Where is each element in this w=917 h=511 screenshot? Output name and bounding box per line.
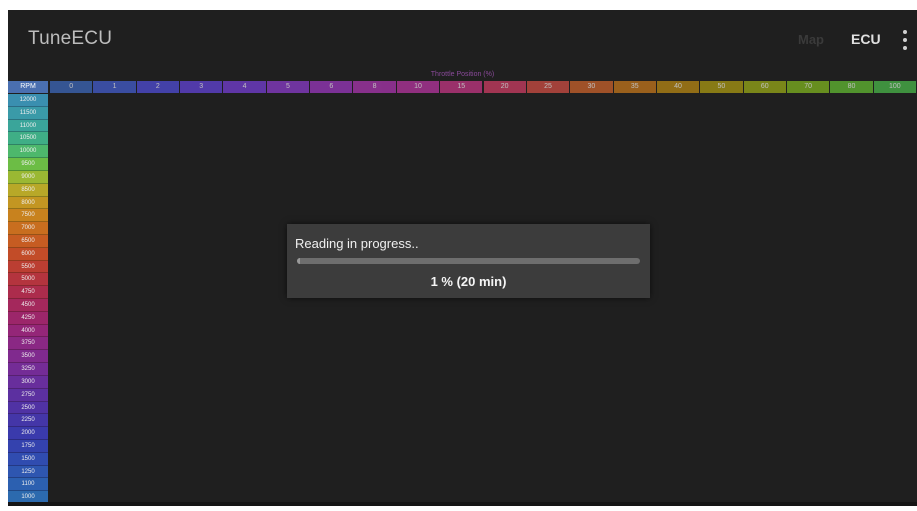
rpm-row-cell: 11500 — [8, 106, 48, 120]
throttle-header-cell: 0 — [50, 81, 93, 93]
throttle-axis-title: Throttle Position (%) — [430, 71, 495, 78]
rpm-row-cell: 12000 — [8, 94, 48, 107]
rpm-row-cell: 4750 — [8, 286, 48, 299]
rpm-row-cell: 1250 — [8, 465, 48, 479]
rpm-row-cell: 8500 — [8, 183, 48, 197]
rpm-row-cell: 7500 — [8, 209, 48, 223]
rpm-row-cell: 5000 — [8, 273, 48, 287]
progress-bar-fill — [297, 258, 301, 264]
throttle-header-cell: 100 — [873, 81, 916, 93]
rpm-row-cell: 3000 — [8, 375, 48, 389]
app-screen: TuneECU Map ECU Throttle Position (%) RP… — [8, 10, 917, 506]
throttle-header-cell: 2 — [136, 81, 180, 93]
throttle-header-cell: 3 — [180, 81, 223, 93]
rpm-row-cell: 2500 — [8, 401, 48, 415]
rpm-row-cell: 7000 — [8, 222, 48, 235]
throttle-header-cell: 1 — [93, 81, 136, 93]
throttle-header-cell: 25 — [526, 81, 570, 93]
rpm-header-cell: RPM — [8, 81, 48, 93]
rpm-row-cell: 11000 — [8, 119, 48, 133]
throttle-header-cell: 5 — [266, 81, 310, 93]
throttle-header-cell: 40 — [656, 81, 700, 93]
rpm-row-cell: 5500 — [8, 260, 48, 274]
rpm-row-cell: 1100 — [8, 478, 48, 492]
progress-percent-text: 1 % (20 min) — [430, 274, 507, 289]
throttle-header-cell: 10 — [396, 81, 440, 93]
throttle-header-cell: 70 — [786, 81, 830, 93]
rpm-row-cell: 3750 — [8, 337, 48, 351]
rpm-row-cell: 3250 — [8, 363, 48, 376]
dialog-message: Reading in progress.. — [295, 236, 419, 251]
rpm-row-cell: 10000 — [8, 145, 48, 159]
ecu-action-button[interactable]: ECU — [851, 31, 881, 47]
throttle-header-cell: 30 — [570, 81, 613, 93]
rpm-row-cell: 4250 — [8, 311, 48, 325]
throttle-header-cell: 15 — [440, 81, 483, 93]
throttle-header-cell: 6 — [310, 81, 353, 93]
progress-bar — [297, 258, 640, 264]
bottom-bar — [8, 502, 917, 506]
rpm-row-cell: 9500 — [8, 158, 48, 171]
progress-dialog: Reading in progress.. 1 % (20 min) — [287, 224, 650, 298]
rpm-row-cell: 8000 — [8, 196, 48, 210]
rpm-column: 12000 11500 11000 10500 10000 9500 9000 8500 800… — [8, 94, 48, 504]
app-title: TuneECU — [28, 28, 113, 49]
throttle-header-row: RPM 0 1 2 3 4 5 6 8 10 15 20 25 30 35 40 50 60 70 80 100 — [8, 81, 917, 93]
rpm-row-cell: 2000 — [8, 427, 48, 440]
map-action-button[interactable]: Map — [798, 32, 824, 47]
rpm-row-cell: 4000 — [8, 324, 48, 338]
rpm-row-cell: 10500 — [8, 132, 48, 146]
rpm-row-cell: 6500 — [8, 234, 48, 248]
app-bar: TuneECU Map ECU — [8, 10, 917, 70]
rpm-row-cell: 6000 — [8, 247, 48, 261]
rpm-row-cell: 3500 — [8, 350, 48, 364]
throttle-header-cell: 4 — [223, 81, 266, 93]
throttle-header-cell: 50 — [700, 81, 743, 93]
rpm-row-cell: 2250 — [8, 414, 48, 428]
rpm-row-cell: 1750 — [8, 439, 48, 453]
throttle-header-cell: 35 — [613, 81, 656, 93]
throttle-header-cell: 20 — [483, 81, 526, 93]
rpm-row-cell: 4500 — [8, 299, 48, 312]
rpm-row-cell: 9000 — [8, 170, 48, 184]
rpm-row-cell: 2750 — [8, 388, 48, 402]
throttle-header-cell: 60 — [743, 81, 786, 93]
throttle-header-cell: 8 — [353, 81, 396, 93]
overflow-menu-icon[interactable] — [899, 28, 911, 52]
throttle-header-cell: 80 — [830, 81, 873, 93]
rpm-row-cell: 1500 — [8, 452, 48, 466]
